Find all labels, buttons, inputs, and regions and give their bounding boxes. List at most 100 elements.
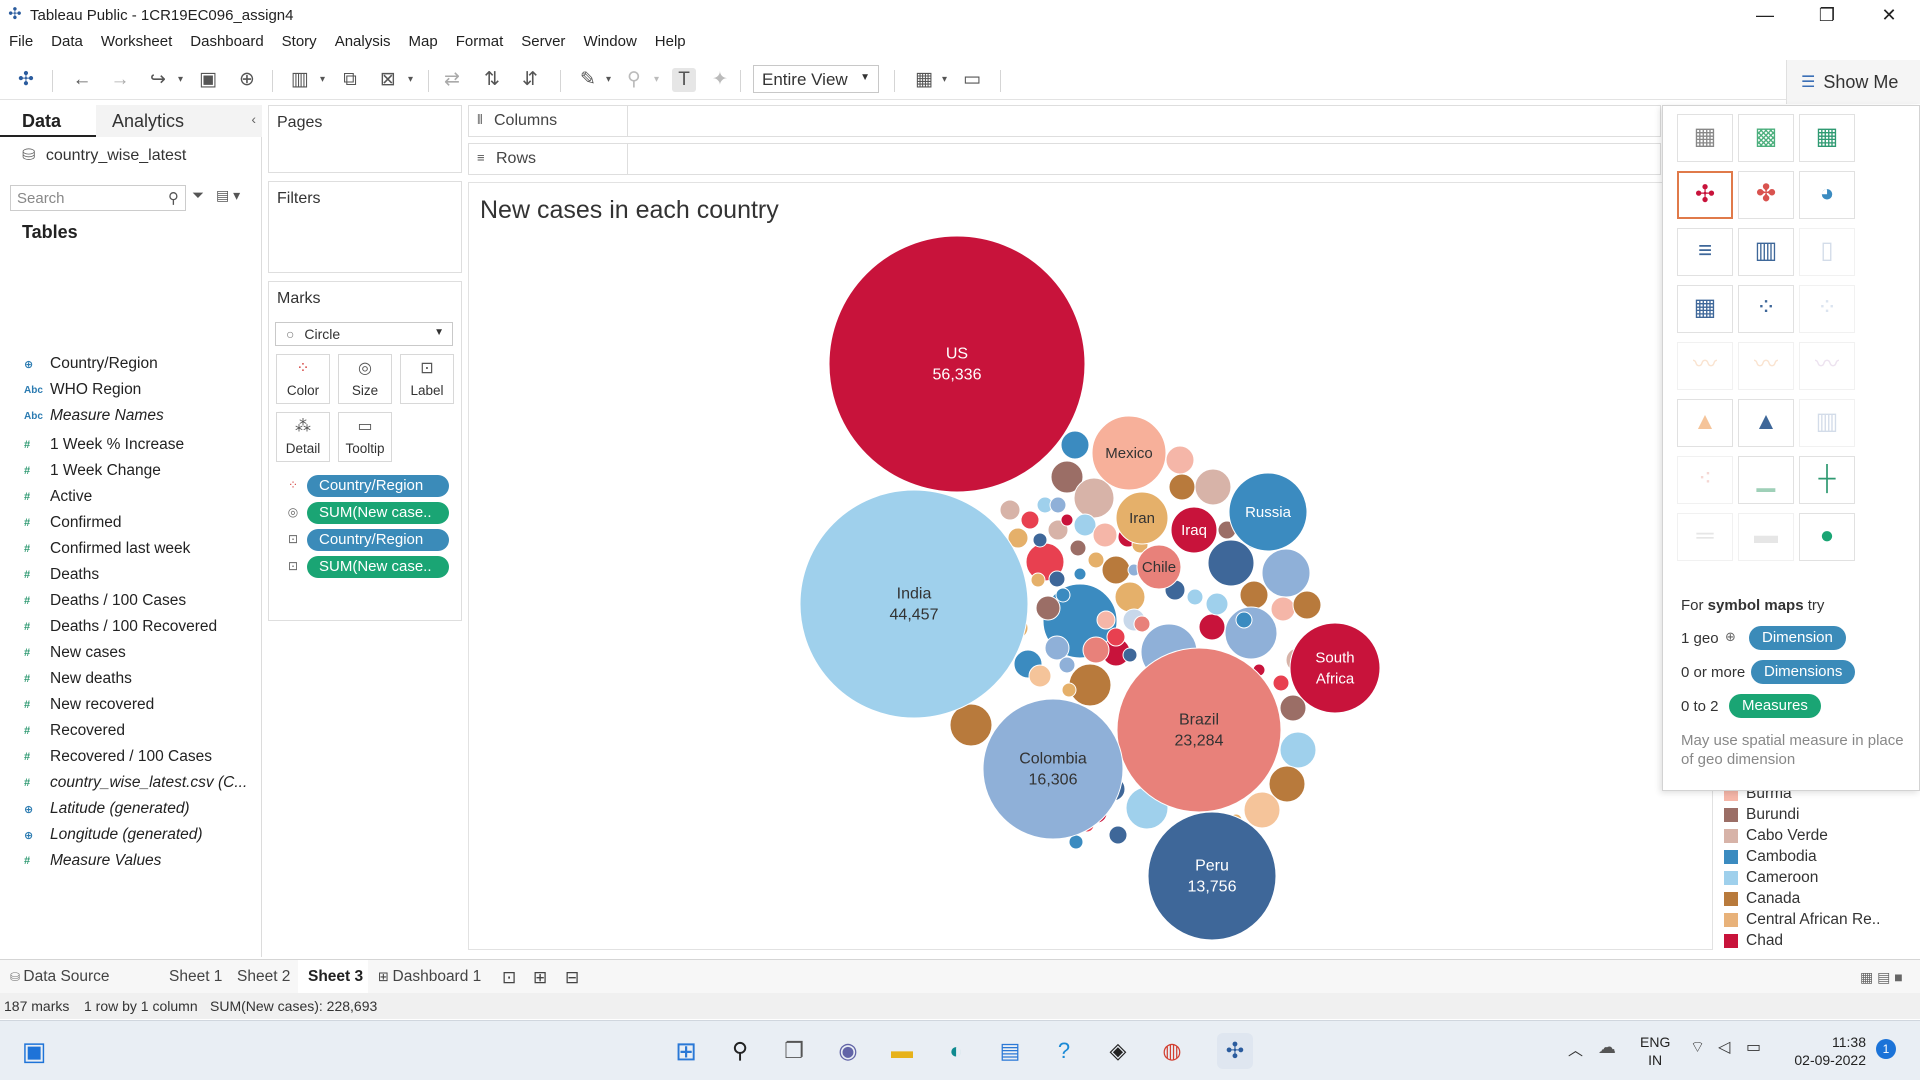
bubble-mark[interactable]	[1198, 613, 1226, 641]
fix-axes-icon[interactable]: ✦	[708, 68, 732, 92]
clear-caret-icon[interactable]: ▾	[408, 70, 418, 90]
battery-icon[interactable]: ▭	[1746, 1037, 1761, 1057]
bubble-mark[interactable]	[1068, 663, 1112, 707]
show-me-box-whisker[interactable]: ┼	[1799, 456, 1855, 504]
show-me-symbol-map[interactable]: ✣	[1677, 171, 1733, 219]
columns-shelf[interactable]	[468, 105, 1661, 137]
bubble-mark[interactable]	[1101, 555, 1131, 585]
tab-view-icons[interactable]: ▦ ▤ ■	[1860, 969, 1903, 986]
show-me-histogram[interactable]: ▁	[1738, 456, 1794, 504]
field-item[interactable]: # Deaths	[24, 565, 99, 585]
show-me-gantt[interactable]: ═	[1677, 513, 1733, 561]
swap-rows-columns-icon[interactable]: ⇄	[440, 68, 464, 92]
bubble-mark[interactable]	[1061, 682, 1077, 698]
field-item[interactable]: # Confirmed	[24, 513, 122, 533]
field-item[interactable]: # country_wise_latest.csv (C...	[24, 773, 247, 793]
legend-item[interactable]: Burundi	[1724, 805, 1799, 825]
show-me-filled-map[interactable]: ✤	[1738, 171, 1794, 219]
fit-view-select[interactable]: Entire View ▼	[753, 65, 879, 93]
highlight-icon[interactable]: ✎	[576, 68, 600, 92]
bubble-mark[interactable]	[1270, 596, 1296, 622]
show-me-horizontal-bars[interactable]: ≡	[1677, 228, 1733, 276]
bubble-mark[interactable]	[1055, 587, 1071, 603]
show-me-area-continuous[interactable]: ▲	[1677, 399, 1733, 447]
legend-item[interactable]: Cabo Verde	[1724, 826, 1828, 846]
bubble-peru[interactable]	[1147, 811, 1277, 941]
presentation-mode-icon[interactable]: ▭	[960, 68, 984, 92]
bubble-us[interactable]	[828, 235, 1086, 493]
teams-chat-icon[interactable]: ◉	[830, 1033, 866, 1069]
cards-caret-icon[interactable]: ▾	[942, 70, 952, 90]
bubble-mark[interactable]	[1058, 656, 1076, 674]
highlight-caret-icon[interactable]: ▾	[606, 70, 616, 90]
new-data-source-icon[interactable]: ⊕	[235, 68, 259, 92]
bubble-mark[interactable]	[1272, 674, 1290, 692]
bubble-mark[interactable]	[1073, 567, 1087, 581]
bubble-india[interactable]	[799, 489, 1029, 719]
bubble-mark[interactable]	[1108, 825, 1128, 845]
save-icon[interactable]: ▣	[196, 68, 220, 92]
show-me-text-table[interactable]: ▦	[1677, 114, 1733, 162]
bubble-mark[interactable]	[1106, 627, 1126, 647]
bubble-mark[interactable]	[1165, 445, 1195, 475]
show-me-highlight-table[interactable]: ▦	[1799, 114, 1855, 162]
tab-data[interactable]: Data	[0, 105, 96, 137]
bubble-mark[interactable]	[1133, 615, 1151, 633]
chrome-browser-icon[interactable]: ◍	[1154, 1033, 1190, 1069]
label-button[interactable]: ⊡ Label	[400, 354, 454, 404]
bubble-mark[interactable]	[1168, 473, 1196, 501]
show-me-discrete-lines[interactable]: 〰	[1738, 342, 1794, 390]
field-item[interactable]: # New cases	[24, 643, 126, 663]
show-me-side-by-side-circles[interactable]: ⁘	[1799, 285, 1855, 333]
legend-item[interactable]: Cambodia	[1724, 847, 1817, 867]
field-item[interactable]: # Measure Values	[24, 851, 161, 871]
show-me-stacked-bars[interactable]: ▥	[1738, 228, 1794, 276]
bubble-mark[interactable]	[1205, 592, 1229, 616]
show-mark-labels-icon[interactable]: T	[672, 68, 696, 92]
bubble-mark[interactable]	[1239, 580, 1269, 610]
show-me-scatter-plot[interactable]: ⁖	[1677, 456, 1733, 504]
bubble-mark[interactable]	[1114, 581, 1146, 613]
bubble-mark[interactable]	[1122, 647, 1138, 663]
tab-sheet-1[interactable]: Sheet 1	[169, 960, 222, 994]
tab-analytics[interactable]: Analytics ‹	[96, 105, 262, 137]
menu-item-story[interactable]: Story	[273, 30, 326, 54]
bubble-mark[interactable]	[1224, 606, 1278, 660]
field-item[interactable]: # Confirmed last week	[24, 539, 190, 559]
view-options-icon[interactable]: ▤ ▾	[216, 187, 240, 204]
legend-item[interactable]: Cameroon	[1724, 868, 1818, 888]
field-item[interactable]: ⊕ Country/Region	[24, 354, 158, 374]
field-item[interactable]: # New recovered	[24, 695, 154, 715]
field-item[interactable]: # Deaths / 100 Cases	[24, 591, 186, 611]
bubble-mark[interactable]	[1082, 636, 1110, 664]
wifi-icon[interactable]: ⌔	[1690, 1037, 1705, 1057]
field-item[interactable]: Abc WHO Region	[24, 380, 141, 400]
size-button[interactable]: ◎ Size	[338, 354, 392, 404]
tableau-taskbar-icon[interactable]: ✣	[1217, 1033, 1253, 1069]
show-hidden-icons-icon[interactable]: ︿	[1568, 1039, 1583, 1060]
redo-icon[interactable]: →	[108, 68, 132, 92]
close-button[interactable]: ✕	[1858, 0, 1920, 30]
bubble-mark[interactable]	[1030, 572, 1046, 588]
bubble-mark[interactable]	[1020, 510, 1040, 530]
bubble-mark[interactable]	[1060, 513, 1074, 527]
bubble-mark[interactable]	[1044, 635, 1070, 661]
task-view-icon[interactable]: ❐	[776, 1033, 812, 1069]
marks-pill-color[interactable]: Country/Region	[307, 475, 449, 497]
field-item[interactable]: #1 Week Change	[24, 461, 161, 481]
rows-shelf[interactable]	[468, 143, 1661, 175]
show-me-area-discrete[interactable]: ▲	[1738, 399, 1794, 447]
bubble-mark[interactable]	[1096, 610, 1116, 630]
show-me-bullet-graph[interactable]: ▬	[1738, 513, 1794, 561]
tooltip-button[interactable]: ▭ Tooltip	[338, 412, 392, 462]
bubble-mark[interactable]	[1035, 595, 1061, 621]
bubble-mark[interactable]	[1261, 548, 1311, 598]
mark-type-select[interactable]: ○ Circle ▼	[275, 322, 453, 346]
tab-data-source[interactable]: ⛁ Data Source	[10, 960, 158, 994]
filter-icon[interactable]: ⏷	[192, 187, 204, 204]
bubble-mark[interactable]	[1279, 731, 1317, 769]
show-me-continuous-lines[interactable]: 〰	[1677, 342, 1733, 390]
show-hide-cards-icon[interactable]: ▦	[912, 68, 936, 92]
bubble-mark[interactable]	[1060, 430, 1090, 460]
bubble-mark[interactable]	[999, 499, 1021, 521]
